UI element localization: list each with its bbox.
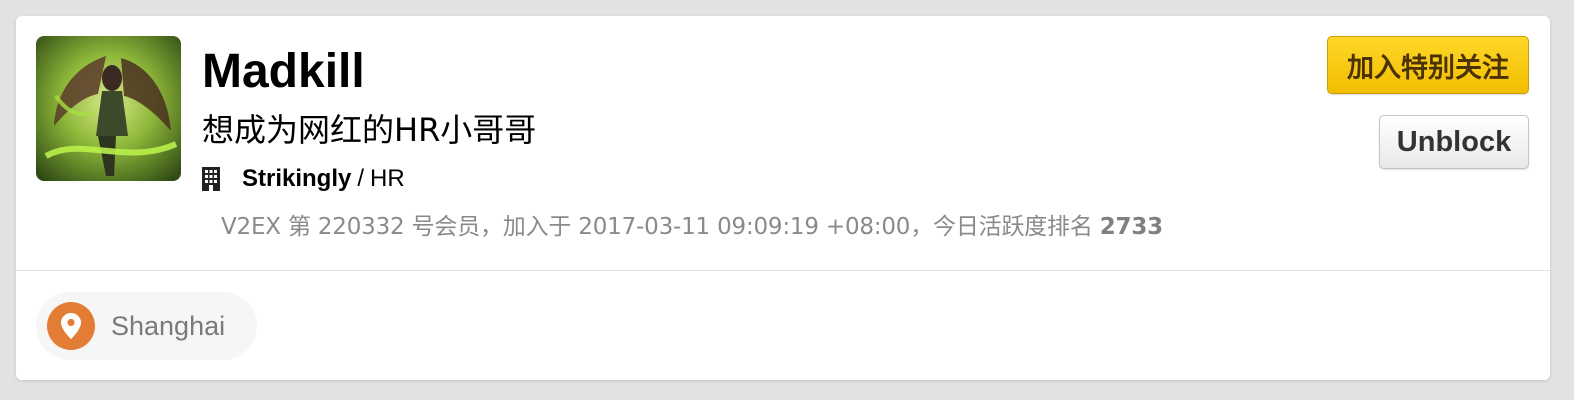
profile-card: Madkill 想成为网红的HR小哥哥 Strikingly / HR V2EX [16, 16, 1550, 380]
company-row: Strikingly / HR [202, 164, 405, 194]
follow-button[interactable]: 加入特别关注 [1327, 36, 1529, 94]
unblock-button[interactable]: Unblock [1379, 115, 1529, 169]
location-pin-icon [47, 302, 95, 350]
building-icon [202, 167, 220, 191]
location-chip[interactable]: Shanghai [36, 292, 257, 360]
profile-header: Madkill 想成为网红的HR小哥哥 Strikingly / HR V2EX [16, 16, 1550, 271]
company-name: Strikingly [242, 165, 352, 192]
role-separator: / [357, 165, 365, 192]
member-info: V2EX 第 220332 号会员，加入于 2017-03-11 09:09:1… [221, 212, 1163, 242]
profile-tagline: 想成为网红的HR小哥哥 [202, 111, 537, 149]
job-role: HR [370, 165, 405, 192]
activity-rank[interactable]: 2733 [1100, 214, 1163, 240]
avatar [36, 36, 181, 181]
member-info-text: V2EX 第 220332 号会员，加入于 2017-03-11 09:09:1… [221, 214, 1100, 240]
location-label: Shanghai [111, 310, 226, 341]
username: Madkill [202, 45, 365, 98]
